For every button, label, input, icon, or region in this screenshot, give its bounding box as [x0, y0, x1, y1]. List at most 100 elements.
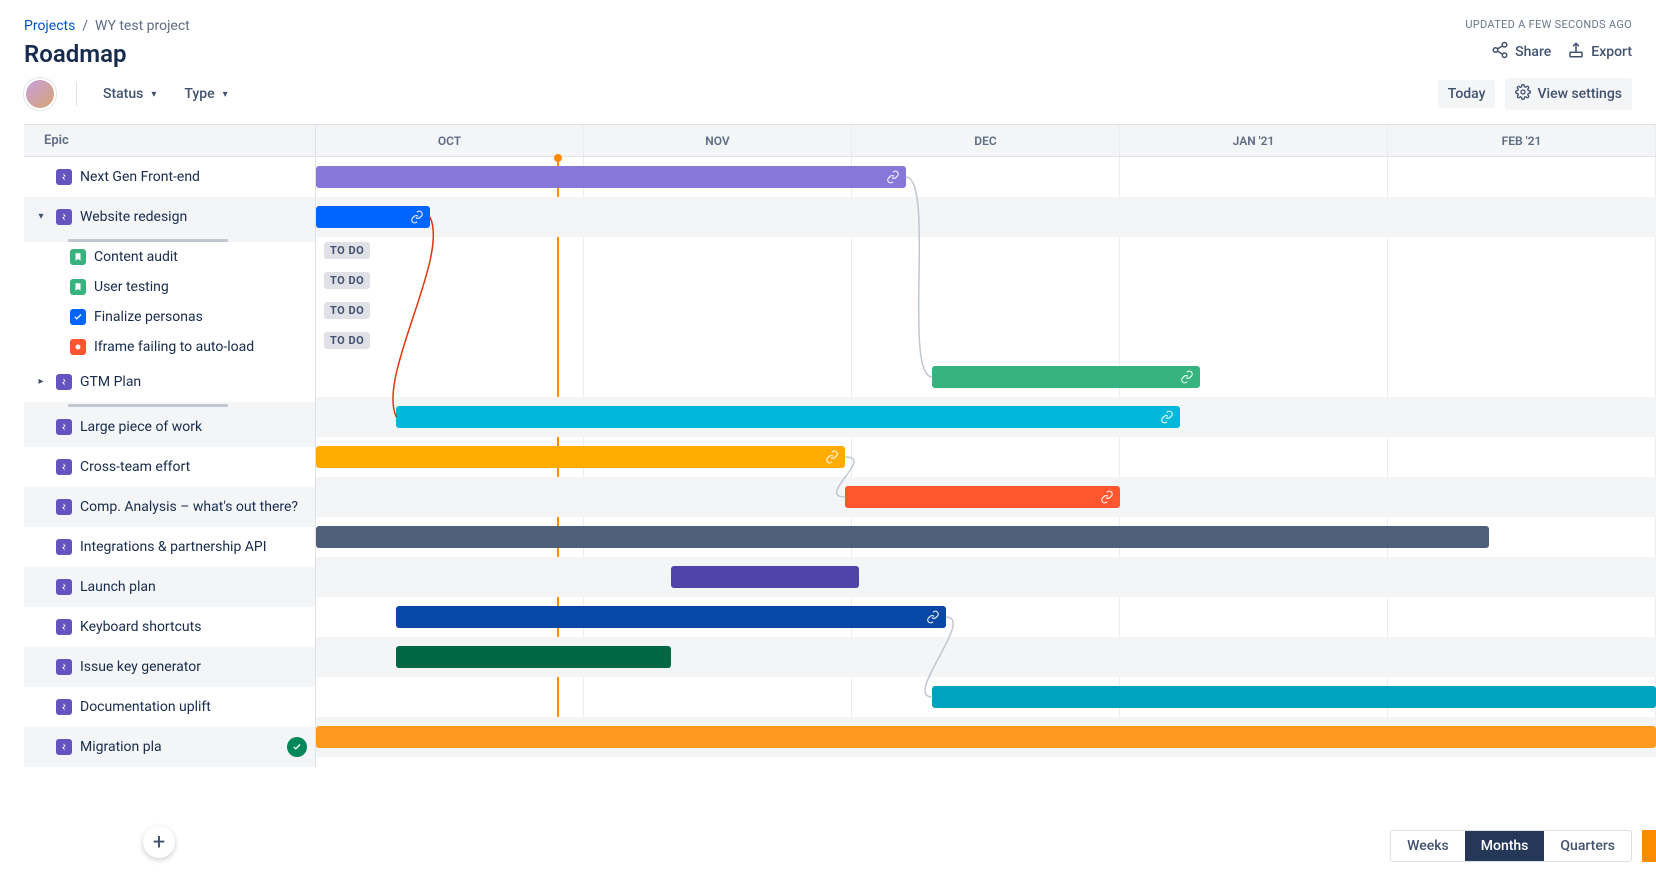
epic-row[interactable]: Large piece of work — [24, 407, 315, 447]
months-button[interactable]: Months — [1465, 831, 1545, 861]
epic-bar[interactable] — [396, 646, 671, 668]
epic-bar[interactable] — [316, 446, 845, 468]
epic-label: Migration pla — [80, 739, 162, 755]
timeline-row[interactable] — [316, 477, 1656, 517]
timeline[interactable]: OCTNOVDECJAN '21FEB '21 TO DOTO DOTO DOT… — [316, 125, 1656, 767]
timeline-row[interactable] — [316, 517, 1656, 557]
timeline-row[interactable] — [316, 197, 1656, 237]
epic-bar[interactable] — [932, 686, 1656, 708]
breadcrumb-root[interactable]: Projects — [24, 18, 75, 34]
type-filter[interactable]: Type ▾ — [178, 82, 233, 106]
toolbar: Status ▾ Type ▾ Today View settings — [0, 68, 1656, 124]
bug-icon — [70, 339, 86, 355]
timeline-row[interactable] — [316, 557, 1656, 597]
time-unit-switch: Weeks Months Quarters — [1390, 830, 1632, 862]
timeline-row[interactable] — [316, 357, 1656, 397]
month-column: FEB '21 — [1388, 125, 1656, 156]
done-indicator — [287, 737, 307, 757]
export-icon — [1567, 41, 1585, 63]
link-icon — [926, 610, 940, 624]
epic-icon — [56, 374, 72, 390]
share-button[interactable]: Share — [1491, 41, 1551, 63]
epic-row[interactable]: Launch plan — [24, 567, 315, 607]
timeline-row[interactable] — [316, 717, 1656, 757]
child-issue-row[interactable]: User testing — [24, 272, 315, 302]
expand-toggle[interactable]: ▾ — [34, 211, 48, 222]
timeline-row: TO DO — [316, 327, 1656, 357]
epic-row[interactable]: Integrations & partnership API — [24, 527, 315, 567]
epic-label: Launch plan — [80, 579, 156, 595]
timeline-row: TO DO — [316, 237, 1656, 267]
epic-row[interactable]: Next Gen Front-end — [24, 157, 315, 197]
epic-label: Large piece of work — [80, 419, 202, 435]
epic-bar[interactable] — [932, 366, 1200, 388]
epic-bar[interactable] — [316, 166, 906, 188]
status-chip: TO DO — [324, 302, 370, 319]
epic-row[interactable]: Documentation uplift — [24, 687, 315, 727]
chevron-down-icon: ▾ — [151, 89, 156, 100]
share-icon — [1491, 41, 1509, 63]
plus-icon: + — [153, 830, 165, 855]
page-header: Projects / WY test project Roadmap UPDAT… — [0, 0, 1656, 68]
add-epic-button[interactable]: + — [143, 826, 175, 858]
expand-toggle[interactable]: ▸ — [34, 376, 48, 387]
story-icon — [70, 249, 86, 265]
child-issue-label: User testing — [94, 279, 169, 295]
epic-sidebar: Epic Next Gen Front-end ▾ Website redesi… — [24, 125, 316, 767]
timeline-row: TO DO — [316, 267, 1656, 297]
status-chip: TO DO — [324, 242, 370, 259]
epic-icon — [56, 619, 72, 635]
weeks-button[interactable]: Weeks — [1391, 831, 1465, 861]
child-issue-label: Content audit — [94, 249, 178, 265]
epic-icon — [56, 539, 72, 555]
page-title: Roadmap — [24, 40, 190, 68]
timeline-row[interactable] — [316, 397, 1656, 437]
epic-bar[interactable] — [396, 606, 945, 628]
timeline-row[interactable] — [316, 597, 1656, 637]
sidebar-header: Epic — [24, 125, 315, 157]
epic-bar[interactable] — [316, 526, 1489, 548]
timeline-row[interactable] — [316, 437, 1656, 477]
avatar[interactable] — [24, 78, 56, 110]
status-chip: TO DO — [324, 332, 370, 349]
epic-row[interactable]: Keyboard shortcuts — [24, 607, 315, 647]
epic-bar[interactable] — [845, 486, 1120, 508]
epic-bar[interactable] — [671, 566, 859, 588]
timeline-row[interactable] — [316, 157, 1656, 197]
epic-row[interactable]: Comp. Analysis – what's out there? — [24, 487, 315, 527]
roadmap-board: Epic Next Gen Front-end ▾ Website redesi… — [24, 124, 1656, 767]
child-issue-label: Iframe failing to auto-load — [94, 339, 254, 355]
export-button[interactable]: Export — [1567, 41, 1632, 63]
epic-bar[interactable] — [316, 726, 1656, 748]
progress-indicator — [68, 239, 228, 242]
link-icon — [410, 210, 424, 224]
epic-row[interactable]: Issue key generator — [24, 647, 315, 687]
epic-label: Integrations & partnership API — [80, 539, 267, 555]
epic-icon — [56, 699, 72, 715]
epic-icon — [56, 659, 72, 675]
epic-row[interactable]: ▸ GTM Plan — [24, 362, 315, 402]
epic-row[interactable]: Cross-team effort — [24, 447, 315, 487]
child-issue-row[interactable]: Iframe failing to auto-load — [24, 332, 315, 362]
chevron-down-icon: ▾ — [223, 89, 228, 100]
view-settings-button[interactable]: View settings — [1505, 78, 1632, 110]
timeline-row[interactable] — [316, 677, 1656, 717]
timeline-row[interactable] — [316, 637, 1656, 677]
today-button[interactable]: Today — [1438, 80, 1496, 108]
link-icon — [825, 450, 839, 464]
epic-icon — [56, 579, 72, 595]
epic-label: Cross-team effort — [80, 459, 190, 475]
epic-icon — [56, 419, 72, 435]
epic-label: Keyboard shortcuts — [80, 619, 201, 635]
epic-row[interactable]: Migration pla — [24, 727, 315, 767]
breadcrumb: Projects / WY test project — [24, 18, 190, 34]
epic-row[interactable]: ▾ Website redesign — [24, 197, 315, 237]
epic-label: Next Gen Front-end — [80, 169, 200, 185]
epic-bar[interactable] — [396, 406, 1180, 428]
status-filter[interactable]: Status ▾ — [97, 82, 162, 106]
child-issue-row[interactable]: Content audit — [24, 242, 315, 272]
month-column: NOV — [584, 125, 852, 156]
child-issue-row[interactable]: Finalize personas — [24, 302, 315, 332]
quarters-button[interactable]: Quarters — [1544, 831, 1631, 861]
epic-bar[interactable] — [316, 206, 430, 228]
